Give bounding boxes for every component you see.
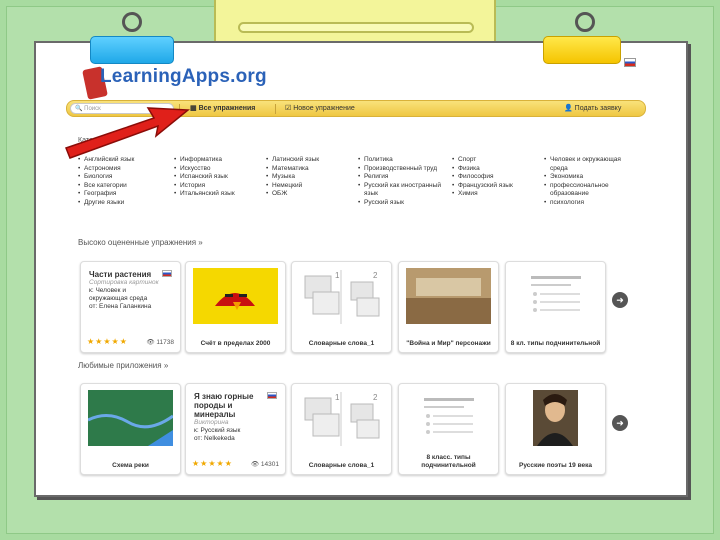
category-link[interactable]: Человек и окружающая среда xyxy=(544,156,636,173)
language-flag-icon[interactable] xyxy=(624,58,636,67)
category-link[interactable]: Политика xyxy=(358,156,450,165)
category-column: Английский языкАстрономияБиологияВсе кат… xyxy=(78,156,170,207)
rating-stars: ★★★★★ xyxy=(87,337,128,346)
svg-text:1: 1 xyxy=(335,393,340,402)
category-link[interactable]: Религия xyxy=(358,173,450,182)
category-link[interactable]: Русский как иностранный язык xyxy=(358,182,450,199)
red-pointer-arrow-icon xyxy=(65,107,190,159)
category-link[interactable]: Итальянский язык xyxy=(174,190,266,199)
language-flag-icon xyxy=(162,270,172,277)
svg-text:2: 2 xyxy=(373,271,378,280)
top-rated-heading[interactable]: Высоко оцененные упражнения » xyxy=(78,238,203,247)
category-link[interactable]: Немецкий xyxy=(266,182,358,191)
category-link[interactable]: История xyxy=(174,182,266,191)
app-card[interactable]: 1 2 Словарные слова_1 xyxy=(291,383,392,475)
category-link[interactable]: профессиональное образование xyxy=(544,182,636,199)
app-card[interactable]: Схема реки xyxy=(80,383,181,475)
category-link[interactable]: Философия xyxy=(452,173,544,182)
yellow-tag xyxy=(543,36,621,64)
nav-new-exercise[interactable]: ☑ Новое упражнение xyxy=(285,104,355,112)
portrait-thumbnail-icon xyxy=(533,390,578,446)
exercise-card[interactable]: "Война и Мир" персонажи xyxy=(398,261,499,353)
category-link[interactable]: психология xyxy=(544,199,636,208)
app-card[interactable]: 8 класс. типы подчинительной xyxy=(398,383,499,475)
app-card[interactable]: Я знаю горные породы и минералы Викторин… xyxy=(185,383,286,475)
app-card[interactable]: Русские поэты 19 века xyxy=(505,383,606,475)
exercise-card[interactable]: Счёт в пределах 2000 xyxy=(185,261,286,353)
exercise-card[interactable]: 1 2 Словарные слова_1 xyxy=(291,261,392,353)
category-column: СпортФизикаФилософияФранцузский языкХими… xyxy=(452,156,544,199)
matching-thumbnail-icon: 1 2 xyxy=(304,392,380,446)
category-link[interactable]: Французский язык xyxy=(452,182,544,191)
blue-tag xyxy=(90,36,174,64)
category-column: ИнформатикаИскусствоИспанский языкИстори… xyxy=(174,156,266,199)
list-thumbnail-icon xyxy=(531,276,581,312)
rating-stars: ★★★★★ xyxy=(192,459,233,468)
category-link[interactable]: Биология xyxy=(78,173,170,182)
angry-bird-thumbnail-icon xyxy=(193,268,278,324)
category-link[interactable]: География xyxy=(78,190,170,199)
category-link[interactable]: ОБЖ xyxy=(266,190,358,199)
nav-submit-request[interactable]: 👤 Подать заявку xyxy=(564,104,621,112)
exercise-card[interactable]: 8 кл. типы подчинительной xyxy=(505,261,606,353)
site-logo[interactable]: LearningApps.org xyxy=(100,66,267,88)
category-link[interactable]: Искусство xyxy=(174,165,266,174)
list-thumbnail-icon xyxy=(424,398,474,434)
category-column: Человек и окружающая средаЭкономикапрофе… xyxy=(544,156,636,207)
favorites-heading[interactable]: Любимые приложения » xyxy=(78,361,168,370)
category-column: ПолитикаПроизводственный трудРелигияРусс… xyxy=(358,156,450,207)
category-link[interactable]: Музыка xyxy=(266,173,358,182)
painting-thumbnail-icon xyxy=(406,268,491,324)
category-link[interactable]: Экономика xyxy=(544,173,636,182)
category-column: Латинский языкМатематикаМузыкаНемецкийОБ… xyxy=(266,156,358,199)
view-count: 👁 14301 xyxy=(250,461,279,468)
svg-text:2: 2 xyxy=(373,393,378,402)
view-count: 👁 11738 xyxy=(146,339,174,346)
category-link[interactable]: Физика xyxy=(452,165,544,174)
category-link[interactable]: Другие языки xyxy=(78,199,170,208)
category-link[interactable]: Латинский язык xyxy=(266,156,358,165)
next-arrow-icon[interactable]: ➜ xyxy=(612,415,628,431)
category-link[interactable]: Испанский язык xyxy=(174,173,266,182)
category-link[interactable]: Химия xyxy=(452,190,544,199)
category-link[interactable]: Все категории xyxy=(78,182,170,191)
category-link[interactable]: Спорт xyxy=(452,156,544,165)
category-link[interactable]: Производственный труд xyxy=(358,165,450,174)
svg-text:1: 1 xyxy=(335,271,340,280)
category-link[interactable]: Астрономия xyxy=(78,165,170,174)
language-flag-icon xyxy=(267,392,277,399)
category-link[interactable]: Русский язык xyxy=(358,199,450,208)
next-arrow-icon[interactable]: ➜ xyxy=(612,292,628,308)
exercise-card[interactable]: Части растения Сортировка картинок к: Че… xyxy=(80,261,181,353)
river-map-thumbnail-icon xyxy=(88,390,173,446)
category-link[interactable]: Математика xyxy=(266,165,358,174)
matching-thumbnail-icon: 1 2 xyxy=(304,270,380,324)
